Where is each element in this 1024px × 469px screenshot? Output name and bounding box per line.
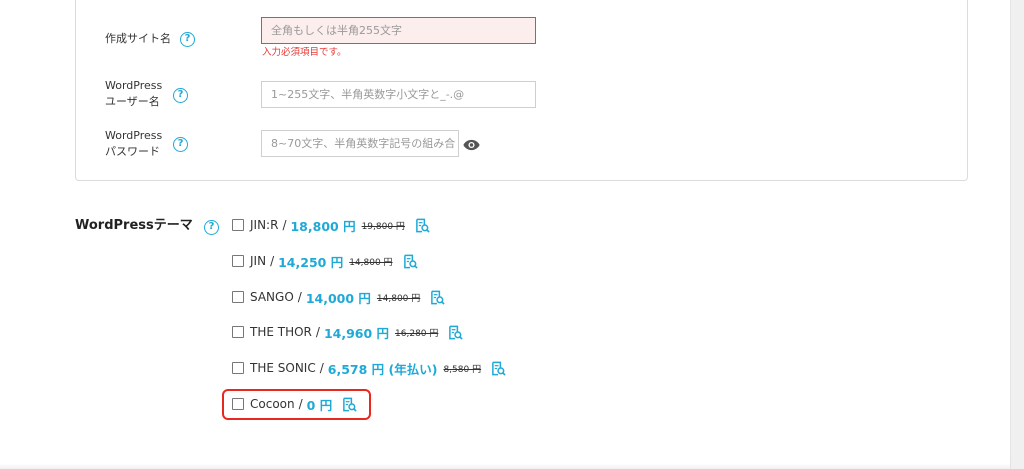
wp-password-label-line2: パスワード	[105, 145, 160, 158]
theme-name: THE SONIC	[250, 361, 316, 375]
theme-checkbox[interactable]	[232, 219, 244, 231]
site-name-error: 入力必須項目です。	[262, 47, 347, 58]
separator: /	[297, 290, 302, 304]
theme-price: 14,000 円	[305, 290, 371, 306]
bottom-edge	[0, 463, 1010, 469]
help-icon[interactable]: ?	[204, 220, 219, 235]
site-name-input[interactable]: 全角もしくは半角255文字	[261, 17, 536, 44]
theme-price: 14,960 円	[323, 325, 390, 341]
theme-option-5[interactable]: THE SONIC/6,578 円 (年払い) 8,580 円	[232, 359, 506, 377]
theme-price: 18,800 円	[290, 218, 356, 234]
theme-original-price: 8,580 円	[443, 364, 482, 375]
site-name-label: 作成サイト名	[105, 32, 171, 45]
separator: /	[315, 325, 320, 339]
wp-username-input[interactable]: 1~255文字、半角英数字小文字と_-.@	[261, 81, 536, 108]
theme-original-price: 16,280 円	[395, 328, 439, 339]
preview-magnifier-icon[interactable]	[415, 218, 430, 233]
page: 作成サイト名 ? 全角もしくは半角255文字 入力必須項目です。 WordPre…	[0, 0, 1010, 469]
separator: /	[270, 254, 275, 268]
theme-original-price: 19,800 円	[361, 221, 405, 232]
preview-magnifier-icon[interactable]	[491, 361, 506, 376]
account-form-panel: 作成サイト名 ? 全角もしくは半角255文字 入力必須項目です。 WordPre…	[75, 0, 968, 181]
wp-user-label-line1: WordPress	[105, 79, 163, 92]
theme-price: 14,250 円	[278, 254, 344, 270]
separator: /	[319, 361, 324, 375]
help-icon[interactable]: ?	[173, 137, 188, 152]
wp-password-label: WordPress パスワード	[105, 128, 162, 160]
help-icon[interactable]: ?	[173, 88, 188, 103]
theme-name: JIN	[250, 254, 267, 268]
scrollbar[interactable]	[1010, 0, 1024, 469]
wp-user-label: WordPress ユーザー名	[105, 78, 162, 110]
theme-checkbox[interactable]	[232, 255, 244, 267]
theme-price: 6,578 円 (年払い)	[327, 361, 438, 377]
theme-checkbox[interactable]	[232, 326, 244, 338]
theme-option-2[interactable]: JIN/14,250 円 14,800 円	[232, 252, 418, 270]
theme-option-4[interactable]: THE THOR/14,960 円 16,280 円	[232, 323, 464, 341]
theme-checkbox[interactable]	[232, 362, 244, 374]
theme-option-3[interactable]: SANGO/14,000 円 14,800 円	[232, 288, 445, 306]
separator: /	[282, 218, 287, 232]
eye-icon[interactable]	[463, 139, 480, 151]
wp-password-input[interactable]: 8~70文字、半角英数字記号の組み合	[261, 130, 459, 157]
cocoon-highlight-annotation	[222, 389, 371, 420]
theme-name: THE THOR	[250, 325, 312, 339]
theme-original-price: 14,800 円	[349, 257, 393, 268]
theme-checkbox[interactable]	[232, 291, 244, 303]
help-icon[interactable]: ?	[180, 32, 195, 47]
preview-magnifier-icon[interactable]	[403, 254, 418, 269]
preview-magnifier-icon[interactable]	[430, 290, 445, 305]
theme-option-1[interactable]: JIN:R/18,800 円 19,800 円	[232, 216, 430, 234]
theme-name: SANGO	[250, 290, 294, 304]
wp-password-label-line1: WordPress	[105, 129, 163, 142]
wp-user-label-line2: ユーザー名	[105, 95, 160, 108]
theme-name: JIN:R	[250, 218, 279, 232]
theme-original-price: 14,800 円	[376, 293, 421, 304]
preview-magnifier-icon[interactable]	[448, 325, 464, 340]
theme-section-label: WordPressテーマ	[75, 218, 193, 233]
